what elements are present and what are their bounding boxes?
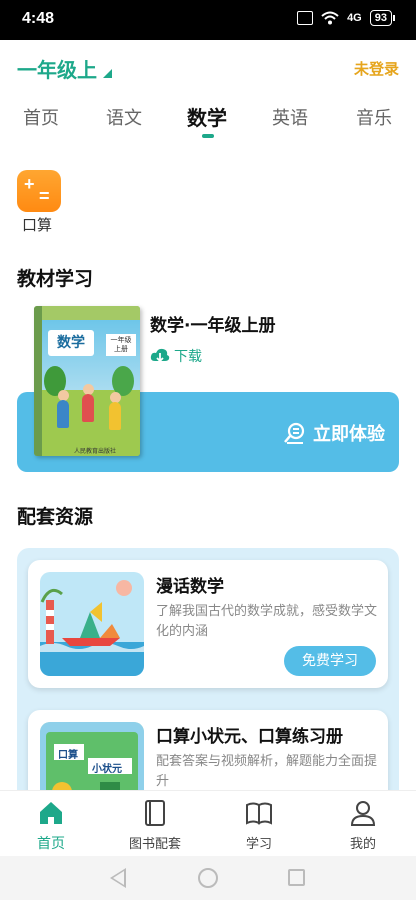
home-circle-icon[interactable] — [198, 868, 218, 888]
tab-english[interactable]: 英语 — [272, 104, 308, 130]
status-bar: 4:48 4G 93 — [0, 0, 416, 40]
tab-math[interactable]: 数学 — [187, 102, 227, 131]
textbook-cover[interactable]: 数学 一年级 上册 人民教育出版社 — [34, 306, 140, 456]
nav-home-label: 首页 — [37, 836, 65, 852]
back-icon[interactable] — [110, 868, 126, 888]
tab-chinese[interactable]: 语文 — [106, 104, 142, 130]
status-icons: 4G 93 — [297, 10, 396, 26]
download-button[interactable]: 下载 — [150, 346, 202, 366]
resource-title: 漫话数学 — [156, 577, 224, 597]
nav-books-label: 图书配套 — [128, 837, 181, 852]
active-tab-indicator — [202, 134, 214, 138]
cloud-download-icon — [150, 348, 170, 363]
try-now-label: 立即体验 — [313, 424, 385, 445]
signal-icon: 4G — [347, 12, 362, 24]
wifi-icon — [321, 11, 339, 25]
cover-publisher: 人民教育出版社 — [74, 448, 117, 455]
battery-icon: 93 — [369, 10, 396, 26]
textbook-name[interactable]: 数学·一年级上册 — [150, 311, 275, 336]
resource-title: 口算小状元、口算练习册 — [156, 727, 343, 747]
status-time: 4:48 — [22, 10, 55, 27]
book-icon — [145, 800, 165, 826]
resource-desc: 了解我国古代的数学成就，感受数学文化的内涵 — [156, 604, 378, 639]
grade-selector[interactable]: 一年级上 — [17, 54, 112, 83]
resource-card-manhua[interactable]: 漫话数学 了解我国古代的数学成就，感受数学文化的内涵 免费学习 — [28, 560, 388, 688]
nav-me[interactable]: 我的 — [318, 799, 408, 852]
kousuan-icon[interactable]: + = — [17, 170, 61, 212]
recent-apps-icon[interactable] — [288, 869, 305, 886]
caret-down-icon — [103, 69, 112, 78]
home-icon — [40, 802, 62, 824]
user-icon — [350, 801, 376, 826]
vibrate-icon — [297, 11, 314, 25]
free-learn-button[interactable]: 免费学习 — [284, 646, 376, 676]
resources-section-title: 配套资源 — [17, 506, 94, 528]
nav-me-label: 我的 — [349, 837, 376, 852]
cover-grade: 一年级 上册 — [106, 334, 136, 356]
nav-study-label: 学习 — [245, 837, 272, 852]
tab-music[interactable]: 音乐 — [356, 104, 392, 130]
manhua-thumbnail — [40, 572, 144, 676]
tab-home[interactable]: 首页 — [23, 104, 59, 130]
try-now-button[interactable]: 立即体验 — [283, 420, 385, 446]
textbook-section-title: 教材学习 — [17, 268, 94, 290]
download-label: 下载 — [174, 349, 202, 365]
nav-study[interactable]: 学习 — [214, 799, 304, 852]
open-book-icon — [246, 802, 272, 825]
resource-desc: 配套答案与视频解析，解题能力全面提升 — [156, 754, 378, 789]
search-doc-icon — [284, 422, 305, 444]
grade-label: 一年级上 — [17, 58, 97, 82]
nav-books[interactable]: 图书配套 — [110, 799, 200, 852]
system-nav-bar — [0, 856, 416, 900]
cover-title: 数学 — [48, 330, 94, 356]
kousuan-label[interactable]: 口算 — [22, 214, 52, 235]
bottom-nav: 首页 图书配套 学习 我的 — [0, 790, 416, 856]
nav-home[interactable]: 首页 — [6, 799, 96, 853]
login-button[interactable]: 未登录 — [354, 58, 399, 79]
